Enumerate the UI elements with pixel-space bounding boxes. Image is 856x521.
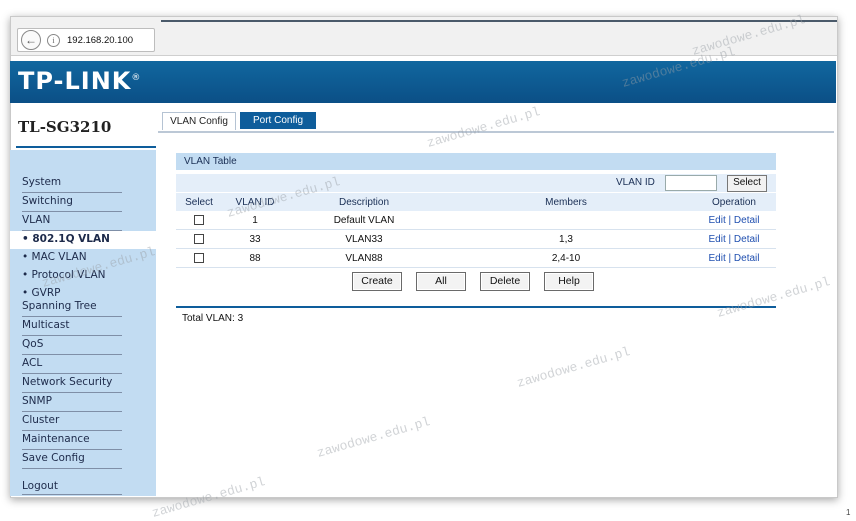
sidebar-item-switching[interactable]: Switching <box>22 193 122 212</box>
sidebar-item-cluster[interactable]: Cluster <box>22 412 122 431</box>
row-checkbox[interactable] <box>194 233 204 244</box>
table-row: 1 Default VLAN Edit | Detail <box>176 211 776 230</box>
cell-vlan-id: 88 <box>222 248 288 268</box>
sidebar-item-vlan[interactable]: VLAN <box>22 212 122 231</box>
url-text: 192.168.20.100 <box>67 34 134 46</box>
sidebar-item-protocol-vlan[interactable]: • Protocol VLAN <box>22 267 122 285</box>
cell-members <box>440 211 692 230</box>
tab-vlan-config[interactable]: VLAN Config <box>162 112 236 130</box>
sidebar-item-8021q-vlan[interactable]: • 802.1Q VLAN <box>10 231 156 249</box>
model-underline <box>16 146 156 148</box>
vlan-id-search-row: VLAN ID Select <box>176 174 776 192</box>
edge-glyph: 1 <box>846 508 851 517</box>
tab-port-config[interactable]: Port Config <box>240 112 316 129</box>
cell-vlan-id: 33 <box>222 229 288 249</box>
vlan-table-panel: VLAN Table VLAN ID Select Select VLAN ID… <box>176 153 776 268</box>
col-operation: Operation <box>692 193 776 211</box>
tp-link-logo: TP-LINK® <box>18 67 142 95</box>
browser-toolbar: ← i 192.168.20.100 <box>11 17 837 56</box>
sidebar-item-snmp[interactable]: SNMP <box>22 393 122 412</box>
cell-members: 2,4-10 <box>440 248 692 268</box>
sidebar-item-qos[interactable]: QoS <box>22 336 122 355</box>
all-button[interactable]: All <box>416 272 466 291</box>
col-description: Description <box>288 193 440 211</box>
action-buttons: Create All Delete Help <box>176 272 776 292</box>
cell-members: 1,3 <box>440 229 692 249</box>
create-button[interactable]: Create <box>352 272 402 291</box>
logout-link[interactable]: Logout <box>22 478 122 495</box>
edit-link[interactable]: Edit <box>709 253 726 264</box>
vlan-table: Select VLAN ID Description Members Opera… <box>176 193 776 268</box>
cell-description: VLAN88 <box>288 248 440 268</box>
vlan-id-input[interactable] <box>665 175 717 191</box>
cell-vlan-id: 1 <box>222 211 288 230</box>
col-vlan-id: VLAN ID <box>222 193 288 211</box>
toolbar-divider <box>161 20 837 22</box>
sidebar-item-acl[interactable]: ACL <box>22 355 122 374</box>
op-separator: | <box>728 214 732 226</box>
sidebar-item-mac-vlan[interactable]: • MAC VLAN <box>22 249 122 267</box>
cell-operation: Edit | Detail <box>692 248 776 268</box>
help-button[interactable]: Help <box>544 272 594 291</box>
edit-link[interactable]: Edit <box>709 234 726 245</box>
edit-link[interactable]: Edit <box>709 215 726 226</box>
vlan-id-label: VLAN ID <box>616 177 655 188</box>
address-bar[interactable]: ← i 192.168.20.100 <box>17 28 155 52</box>
sidebar-menu: System Switching VLAN • 802.1Q VLAN • MA… <box>10 174 156 469</box>
total-vlan: Total VLAN: 3 <box>182 313 244 324</box>
delete-button[interactable]: Delete <box>480 272 530 291</box>
sidebar-item-spanning-tree[interactable]: Spanning Tree <box>22 298 122 317</box>
detail-link[interactable]: Detail <box>734 234 760 245</box>
header-banner: TP-LINK® <box>10 61 836 103</box>
sidebar-item-save-config[interactable]: Save Config <box>22 450 122 469</box>
detail-link[interactable]: Detail <box>734 215 760 226</box>
cell-operation: Edit | Detail <box>692 229 776 249</box>
table-row: 88 VLAN88 2,4-10 Edit | Detail <box>176 248 776 268</box>
col-select: Select <box>176 193 222 211</box>
sidebar-item-network-security[interactable]: Network Security <box>22 374 122 393</box>
model-name: TL-SG3210 <box>18 118 112 136</box>
tab-strip: VLAN Config Port Config <box>158 111 834 133</box>
sidebar-item-maintenance[interactable]: Maintenance <box>22 431 122 450</box>
cell-description: VLAN33 <box>288 229 440 249</box>
info-icon[interactable]: i <box>47 33 60 47</box>
row-checkbox[interactable] <box>194 252 204 263</box>
cell-operation: Edit | Detail <box>692 211 776 230</box>
vlan-table-title: VLAN Table <box>176 153 776 170</box>
sidebar-item-system[interactable]: System <box>22 174 122 193</box>
col-members: Members <box>440 193 692 211</box>
back-arrow-icon[interactable]: ← <box>21 30 41 50</box>
section-divider <box>176 306 776 308</box>
op-separator: | <box>728 233 732 245</box>
table-row: 33 VLAN33 1,3 Edit | Detail <box>176 229 776 249</box>
cell-description: Default VLAN <box>288 211 440 230</box>
select-button[interactable]: Select <box>727 175 767 192</box>
row-checkbox[interactable] <box>194 214 204 225</box>
sidebar-item-multicast[interactable]: Multicast <box>22 317 122 336</box>
op-separator: | <box>728 252 732 264</box>
detail-link[interactable]: Detail <box>734 253 760 264</box>
